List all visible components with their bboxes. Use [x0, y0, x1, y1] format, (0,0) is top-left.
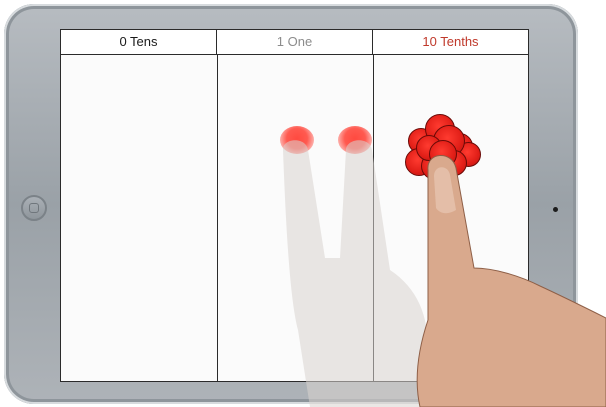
- column-header-ones: 1 One: [217, 30, 373, 54]
- home-button[interactable]: [21, 195, 47, 221]
- ones-column[interactable]: [217, 55, 374, 381]
- place-value-screen: 0 Tens 1 One 10 Tenths: [60, 29, 529, 382]
- one-marker-touch-b[interactable]: [338, 126, 372, 154]
- camera-icon: [553, 207, 558, 212]
- one-marker-touch-a[interactable]: [280, 126, 314, 154]
- column-header-tenths: 10 Tenths: [422, 34, 479, 49]
- place-value-header: 0 Tens 1 One 10 Tenths: [61, 30, 528, 55]
- tens-column[interactable]: [61, 55, 218, 381]
- column-header-tens: 0 Tens: [61, 30, 217, 54]
- tenth-marker[interactable]: [429, 140, 457, 168]
- tenths-column[interactable]: [373, 55, 528, 381]
